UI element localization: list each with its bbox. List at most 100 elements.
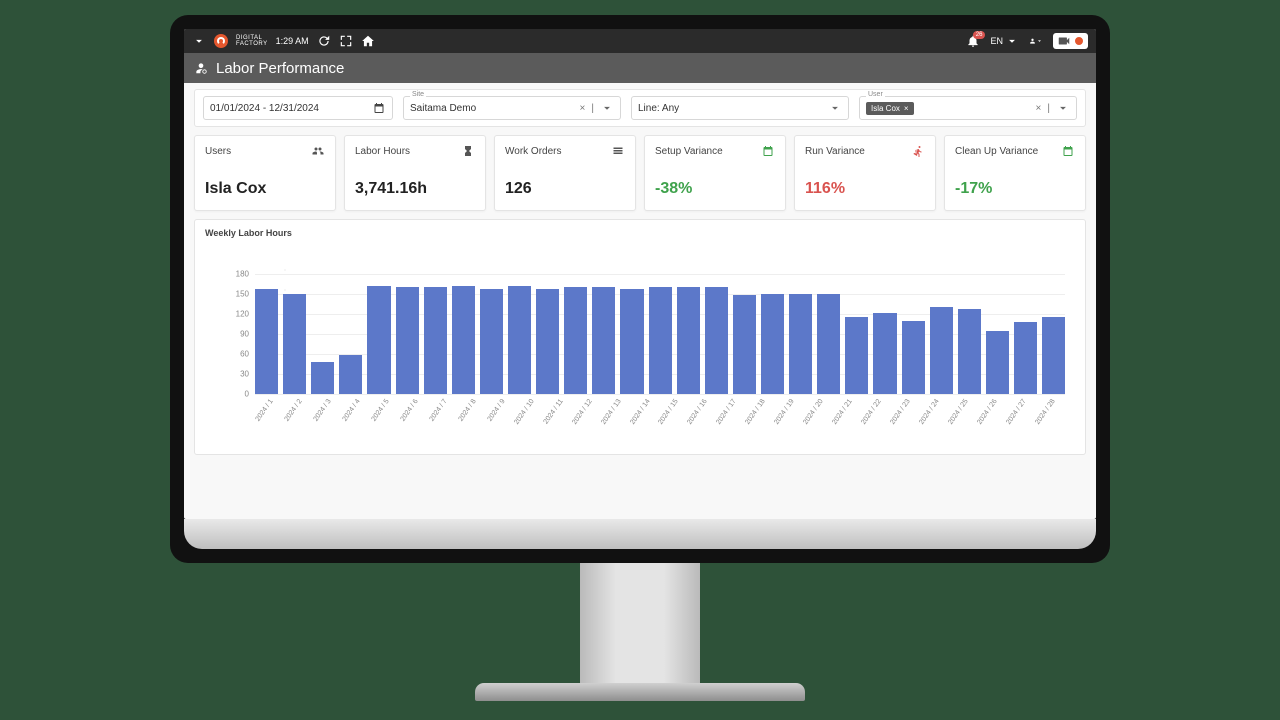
x-tick: 2024 / 3: [313, 398, 333, 423]
bar: [452, 286, 475, 394]
bar: [396, 287, 419, 394]
y-tick: 120: [236, 310, 249, 319]
user-label: User: [866, 91, 885, 98]
x-tick: 2024 / 2: [284, 398, 304, 423]
bar: [367, 286, 390, 394]
kpi-value: Isla Cox: [205, 180, 325, 198]
brand-text: DIGITAL FACTORY: [236, 35, 268, 47]
x-tick: 2024 / 4: [342, 398, 362, 423]
x-tick: 2024 / 14: [629, 398, 651, 426]
kpi-value: -38%: [655, 180, 775, 198]
notifications-icon[interactable]: 26: [966, 34, 980, 48]
x-tick: 2024 / 17: [716, 398, 738, 426]
refresh-icon[interactable]: [317, 34, 331, 48]
x-tick: 2024 / 20: [802, 398, 824, 426]
y-tick: 180: [236, 270, 249, 279]
chart-title: Weekly Labor Hours: [205, 228, 1075, 238]
bar: [620, 289, 643, 394]
chevron-down-icon[interactable]: [192, 34, 206, 48]
x-tick: 2024 / 8: [457, 398, 477, 423]
bar: [592, 287, 615, 394]
list-icon: [611, 144, 625, 158]
clear-icon[interactable]: ×: [1036, 103, 1042, 114]
y-tick: 90: [240, 330, 249, 339]
weekly-labor-hours-chart: 0 30 60 90 120 150 180 2024 / 1 2024 / 2 2024 / …: [205, 244, 1075, 444]
page-header: Labor Performance: [184, 53, 1096, 83]
users-icon: [311, 144, 325, 158]
x-tick: 2024 / 1: [255, 398, 275, 423]
bar: [536, 289, 559, 394]
kpi-value: 126: [505, 180, 625, 198]
bar: [564, 287, 587, 394]
bar: [311, 362, 334, 394]
x-tick: 2024 / 21: [831, 398, 853, 426]
x-tick: 2024 / 7: [429, 398, 449, 423]
calendar-icon: [1061, 144, 1075, 158]
line-select[interactable]: Line: Any: [631, 96, 849, 120]
kpi-label: Users: [205, 146, 231, 157]
filter-bar: 01/01/2024 - 12/31/2024 Site Saitama Dem…: [194, 89, 1086, 127]
kpi-card-orders: Work Orders126: [494, 135, 636, 211]
bar: [845, 317, 868, 394]
bar: [902, 321, 925, 394]
x-tick: 2024 / 16: [687, 398, 709, 426]
clear-icon[interactable]: ×: [580, 103, 586, 114]
x-tick: 2024 / 24: [918, 398, 940, 426]
date-range-picker[interactable]: 01/01/2024 - 12/31/2024: [203, 96, 393, 120]
bar: [817, 294, 840, 394]
kpi-row: UsersIsla CoxLabor Hours3,741.16hWork Or…: [194, 135, 1086, 211]
user-chip: Isla Cox ×: [866, 102, 914, 115]
kpi-label: Labor Hours: [355, 146, 410, 157]
y-tick: 30: [240, 370, 249, 379]
chip-remove-icon[interactable]: ×: [904, 104, 909, 113]
kpi-label: Setup Variance: [655, 146, 723, 157]
chevron-down-icon: [828, 101, 842, 115]
app-topbar: DIGITAL FACTORY 1:29 AM 26 EN: [184, 29, 1096, 53]
record-indicator[interactable]: [1053, 33, 1088, 49]
user-menu[interactable]: [1029, 34, 1043, 48]
record-dot-icon: [1074, 36, 1084, 46]
chevron-down-icon: [600, 101, 614, 115]
user-cog-icon: [194, 61, 208, 75]
bar: [255, 289, 278, 394]
user-select[interactable]: User Isla Cox × ×|: [859, 96, 1077, 120]
notifications-badge: 26: [973, 31, 986, 39]
bar: [283, 294, 306, 394]
bar: [508, 286, 531, 394]
running-icon: [911, 144, 925, 158]
x-tick: 2024 / 23: [889, 398, 911, 426]
x-tick: 2024 / 25: [947, 398, 969, 426]
home-icon[interactable]: [361, 34, 375, 48]
x-tick: 2024 / 11: [542, 398, 564, 426]
calendar-icon: [372, 101, 386, 115]
bar: [649, 287, 672, 394]
bar: [1042, 317, 1065, 394]
kpi-card-users: Users Isla Cox: [194, 135, 336, 211]
bar: [1014, 322, 1037, 394]
chevron-down-icon: [1056, 101, 1070, 115]
y-tick: 60: [240, 350, 249, 359]
kpi-value: 116%: [805, 180, 925, 198]
y-tick: 0: [245, 390, 249, 399]
brand-logo-icon: [214, 34, 228, 48]
calendar-icon: [761, 144, 775, 158]
bar: [480, 289, 503, 394]
y-tick: 150: [236, 290, 249, 299]
bar: [677, 287, 700, 394]
bar: [761, 294, 784, 394]
x-tick: 2024 / 10: [513, 398, 535, 426]
x-tick: 2024 / 9: [486, 398, 506, 423]
bar: [705, 287, 728, 394]
x-tick: 2024 / 12: [571, 398, 593, 426]
bar: [986, 331, 1009, 394]
x-tick: 2024 / 6: [400, 398, 420, 423]
language-select[interactable]: EN: [990, 34, 1019, 48]
clock-readout: 1:29 AM: [276, 36, 309, 46]
kpi-label: Clean Up Variance: [955, 146, 1038, 157]
site-select[interactable]: Site Saitama Demo ×|: [403, 96, 621, 120]
bar: [873, 313, 896, 394]
x-tick: 2024 / 18: [744, 398, 766, 426]
x-tick: 2024 / 13: [600, 398, 622, 426]
fullscreen-icon[interactable]: [339, 34, 353, 48]
kpi-value: -17%: [955, 180, 1075, 198]
